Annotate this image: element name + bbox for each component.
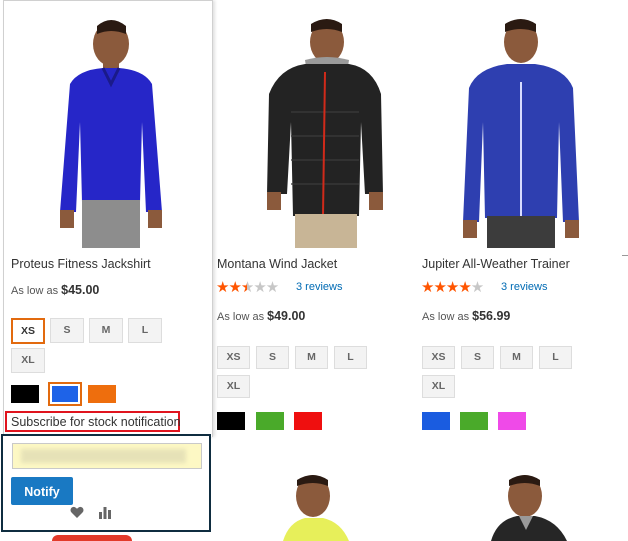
- subscribe-stock-link[interactable]: Subscribe for stock notification: [5, 411, 181, 432]
- color-swatch-orange[interactable]: [88, 385, 116, 403]
- color-swatch-green[interactable]: [256, 412, 284, 430]
- notify-button[interactable]: Notify: [11, 477, 73, 505]
- bar-chart-icon[interactable]: [98, 506, 112, 524]
- reviews-link[interactable]: 3 reviews: [501, 281, 547, 293]
- size-swatch-xs[interactable]: XS: [11, 318, 45, 344]
- reviews-link[interactable]: 3 reviews: [296, 281, 342, 293]
- color-swatch-blue[interactable]: [48, 382, 82, 406]
- product-price: As low as $49.00: [217, 309, 305, 323]
- product-price: As low as $45.00: [11, 283, 99, 297]
- size-swatch-s[interactable]: S: [461, 346, 494, 369]
- size-swatch-l[interactable]: L: [539, 346, 572, 369]
- next-product-edge: [622, 255, 628, 256]
- product-image-montana[interactable]: [245, 12, 385, 248]
- product-name[interactable]: Montana Wind Jacket: [217, 257, 337, 271]
- size-swatch-m[interactable]: M: [295, 346, 328, 369]
- size-swatch-l[interactable]: L: [334, 346, 367, 369]
- price-prefix: As low as: [11, 285, 59, 297]
- product-name[interactable]: Proteus Fitness Jackshirt: [11, 257, 151, 271]
- color-swatch-black[interactable]: [217, 412, 245, 430]
- product-name[interactable]: Jupiter All-Weather Trainer: [422, 257, 570, 271]
- color-swatch-red[interactable]: [294, 412, 322, 430]
- color-swatch-pink[interactable]: [498, 412, 526, 430]
- size-swatch-xs[interactable]: XS: [217, 346, 250, 369]
- size-swatch-m[interactable]: M: [500, 346, 533, 369]
- stock-notification-popup: Notify: [1, 434, 211, 532]
- size-swatch-s[interactable]: S: [50, 318, 84, 343]
- price-prefix: As low as: [422, 311, 470, 323]
- size-swatch-s[interactable]: S: [256, 346, 289, 369]
- color-swatch-green[interactable]: [460, 412, 488, 430]
- product-image-jupiter[interactable]: [455, 12, 590, 248]
- price-prefix: As low as: [217, 311, 265, 323]
- color-swatch-black[interactable]: [11, 385, 39, 403]
- price-value: $56.99: [472, 309, 511, 323]
- size-swatch-xl[interactable]: XL: [422, 375, 455, 398]
- rating-stars: ★★★★★: [216, 279, 279, 296]
- color-swatch-blue[interactable]: [422, 412, 450, 430]
- product-image-row2-2[interactable]: [485, 468, 595, 541]
- size-swatch-xl[interactable]: XL: [217, 375, 250, 398]
- price-value: $49.00: [267, 309, 306, 323]
- product-image-proteus[interactable]: [48, 12, 173, 248]
- rating-stars: ★★★★★: [421, 279, 484, 296]
- size-swatch-xl[interactable]: XL: [11, 348, 45, 373]
- product-price: As low as $56.99: [422, 309, 510, 323]
- product-image-row2-0[interactable]: [52, 535, 132, 541]
- product-image-row2-1[interactable]: [265, 468, 375, 541]
- size-swatch-m[interactable]: M: [89, 318, 123, 343]
- price-value: $45.00: [61, 283, 100, 297]
- size-swatch-l[interactable]: L: [128, 318, 162, 343]
- size-swatch-xs[interactable]: XS: [422, 346, 455, 369]
- redacted-email: [21, 449, 186, 463]
- heart-icon[interactable]: [70, 506, 84, 524]
